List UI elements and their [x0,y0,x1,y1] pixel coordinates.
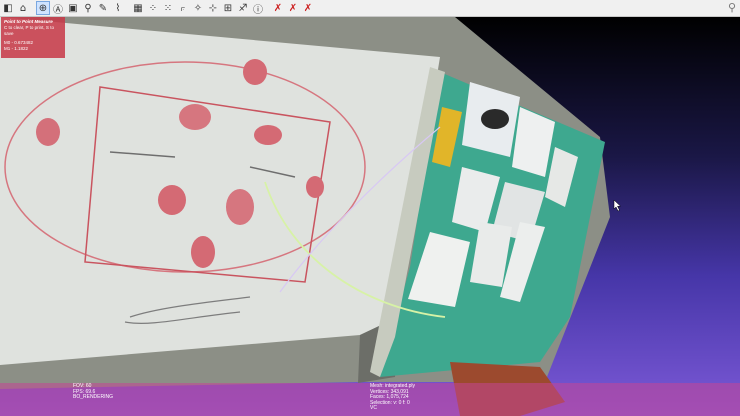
mesh-render [0,17,622,416]
select-connected-icon[interactable]: ⁙ [161,1,175,15]
delete-vfaces-icon[interactable]: ✗ [301,1,315,15]
vc-flag: VC [370,405,377,411]
brush-icon[interactable]: ⌇ [111,1,125,15]
info-icon[interactable]: ⓘ [251,1,265,16]
toolbar-separator [126,1,130,15]
whiteboard [0,17,440,365]
paint-icon[interactable]: ♐ [236,1,250,15]
pickpoints-icon[interactable]: ✧ [191,1,205,15]
measure-panel: Point to Point Measure C to clear, P to … [1,17,65,58]
measure-icon[interactable]: ⟔ [176,1,190,15]
delete-faces-icon[interactable]: ✗ [271,1,285,15]
select-faces-icon[interactable]: ▦ [131,1,145,15]
select-vertices-icon[interactable]: ⁘ [146,1,160,15]
delete-vertices-icon[interactable]: ✗ [286,1,300,15]
drawing-circle [179,104,211,130]
snapshot-icon[interactable]: ▣ [66,1,80,15]
status-bar: FOV: 60 FPS: 69.6 BO_RENDERING Mesh: int… [0,383,740,416]
search-icon[interactable]: ⚲ [728,1,736,14]
drawing-circle [306,176,324,198]
open-icon[interactable]: ◧ [1,1,15,15]
trackball-icon[interactable]: ⊕ [36,1,50,15]
toolbar-separator [31,1,35,15]
measure-instruction: C to clear, P to print, S to save [4,25,54,36]
toolbar-separator [266,1,270,15]
pickpoints2-icon[interactable]: ⊹ [206,1,220,15]
3d-viewport[interactable]: Point to Point Measure C to clear, P to … [0,17,740,416]
cursor-icon [613,199,622,212]
poster-face [481,109,509,129]
bookmark-icon[interactable]: ✎ [96,1,110,15]
toolbar: ◧ ⌂ ⊕ Ⓐ ▣ ⚲ ✎ ⌇ ▦ ⁘ ⁙ ⟔ ✧ ⊹ ⊞ ♐ ⓘ ✗ ✗ ✗ … [0,0,740,17]
drawing-circle [254,125,282,145]
drawing-circle [36,118,60,146]
text-a-icon[interactable]: Ⓐ [51,1,65,16]
rendering-mode: BO_RENDERING [73,394,114,400]
save-icon[interactable]: ⌂ [16,1,30,15]
drawing-circle [243,59,267,85]
light-icon[interactable]: ⚲ [81,1,95,15]
drawing-circle [191,236,215,268]
drawing-circle [226,189,254,225]
align-icon[interactable]: ⊞ [221,1,235,15]
measure-m1: M1 - 1.1822 [4,46,29,51]
drawing-circle [158,185,186,215]
